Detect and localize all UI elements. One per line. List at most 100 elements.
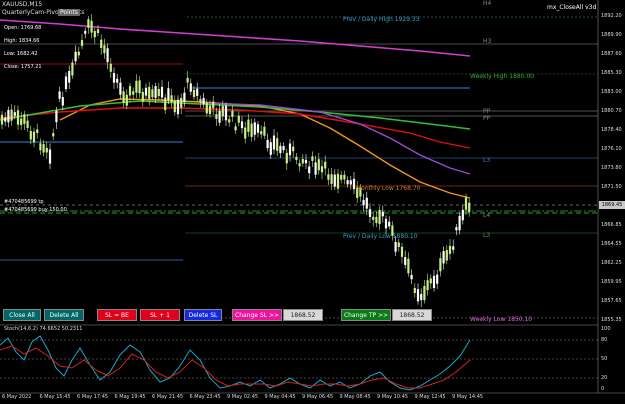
candle-body (298, 163, 301, 167)
candle-body (170, 95, 173, 103)
price-axis-label: 1880.70 (601, 108, 622, 114)
candle-body (93, 31, 96, 38)
candle-body (10, 109, 13, 121)
candle-body (260, 131, 263, 135)
candle-body (74, 51, 77, 62)
candle-body (224, 105, 228, 121)
candle-body (381, 211, 384, 217)
close-all-button[interactable]: Close All (3, 309, 41, 321)
candle-body (410, 274, 413, 280)
price-axis-label: 1862.25 (601, 260, 622, 266)
candle-body (32, 131, 36, 143)
candle-body (4, 117, 7, 122)
candle-body (253, 122, 256, 135)
candle-body (311, 156, 314, 161)
price-axis-label: 1855.35 (601, 317, 622, 323)
candle-body (240, 121, 244, 129)
ma-magenta (0, 19, 471, 57)
candle-body (192, 89, 196, 98)
candle-body (413, 287, 416, 293)
stoch-axis-80: 80 (601, 337, 608, 343)
candle-body (183, 92, 186, 103)
time-axis-label: 9 May 14:45 (452, 394, 484, 400)
candle-body (58, 91, 61, 99)
candle-body (285, 152, 288, 164)
candle-body (186, 77, 189, 83)
delete-all-button[interactable]: Delete All (44, 309, 84, 321)
tp-value-field[interactable]: 1868.52 (392, 309, 432, 321)
candle-body (455, 227, 458, 231)
candle-body (77, 51, 80, 56)
candle-body (106, 48, 109, 63)
delete-sl-button[interactable]: Delete SL (184, 309, 222, 321)
candle-body (231, 110, 234, 117)
candle-body (362, 199, 365, 206)
candle-body (368, 209, 372, 217)
candle-body (416, 289, 420, 302)
monthly-low-label: Monthly Low 1768.70 (356, 185, 421, 192)
points-tab[interactable]: Points (58, 9, 81, 16)
candle-body (439, 258, 442, 272)
candle-body (407, 258, 410, 274)
price-axis-label: 1864.55 (601, 241, 622, 247)
candle-body (116, 78, 119, 83)
candle-body (125, 94, 128, 106)
candle-body (119, 82, 122, 95)
candle-body (157, 88, 160, 97)
candle-body (384, 218, 388, 229)
change-sl-button[interactable]: Change SL >> (232, 309, 282, 321)
ea-name-label: mx_CloseAll v3d (547, 4, 597, 11)
sl-plus-1-button[interactable]: SL + 1 (140, 309, 180, 321)
candle-body (202, 97, 205, 104)
candle-body (266, 139, 269, 149)
candle-body (346, 180, 349, 185)
change-tp-button[interactable]: Change TP >> (341, 309, 391, 321)
candle-body (212, 101, 215, 109)
candle-body (173, 100, 176, 113)
high-value: High: 1834.66 (4, 38, 40, 44)
candle-body (464, 197, 468, 210)
candle-body (365, 197, 368, 209)
candle-body (426, 280, 429, 291)
candle-body (29, 130, 32, 140)
candle-body (436, 274, 439, 284)
candle-body (394, 241, 397, 252)
candle-body (263, 126, 266, 136)
trading-terminal-chart: XAUUSD,M15 QuarterlyCam-Pivots-Points Po… (0, 0, 625, 404)
candle-body (256, 124, 260, 133)
candle-body (100, 39, 103, 48)
pp-lower-label: PP (483, 115, 491, 122)
candle-body (308, 166, 311, 174)
candle-body (52, 133, 55, 137)
sl-value-field[interactable]: 1868.52 (283, 309, 323, 321)
candle-body (420, 293, 423, 301)
candle-body (0, 114, 4, 125)
candle-body (352, 178, 356, 190)
sl-be-button[interactable]: SL = BE (97, 309, 137, 321)
candle-body (208, 105, 212, 115)
candle-body (292, 146, 295, 152)
price-axis-label: 1887.60 (601, 51, 622, 57)
price-axis-label: 1889.90 (601, 32, 622, 38)
price-axis-label: 1857.65 (601, 298, 622, 304)
candle-body (205, 102, 208, 114)
stoch-label: Stoch(14,6,2) 74.6652 50.2311 (4, 326, 83, 332)
candle-body (176, 99, 180, 115)
weekly-high-label: Weekly High 1880.00 (470, 73, 535, 80)
trade-tp-label: #470485699 tp (4, 199, 44, 205)
candle-body (180, 97, 183, 108)
candle-body (461, 209, 464, 221)
price-chart-canvas[interactable] (0, 0, 625, 404)
candle-body (282, 146, 285, 151)
candle-body (468, 202, 471, 213)
candle-body (16, 110, 20, 125)
candle-body (64, 76, 68, 90)
candle-body (333, 174, 336, 187)
candle-body (42, 144, 45, 153)
candle-body (144, 87, 148, 96)
candle-body (96, 29, 100, 34)
price-axis-label: 1876.10 (601, 146, 622, 152)
candle-body (250, 123, 253, 137)
candle-body (304, 159, 308, 164)
candle-body (160, 86, 164, 98)
